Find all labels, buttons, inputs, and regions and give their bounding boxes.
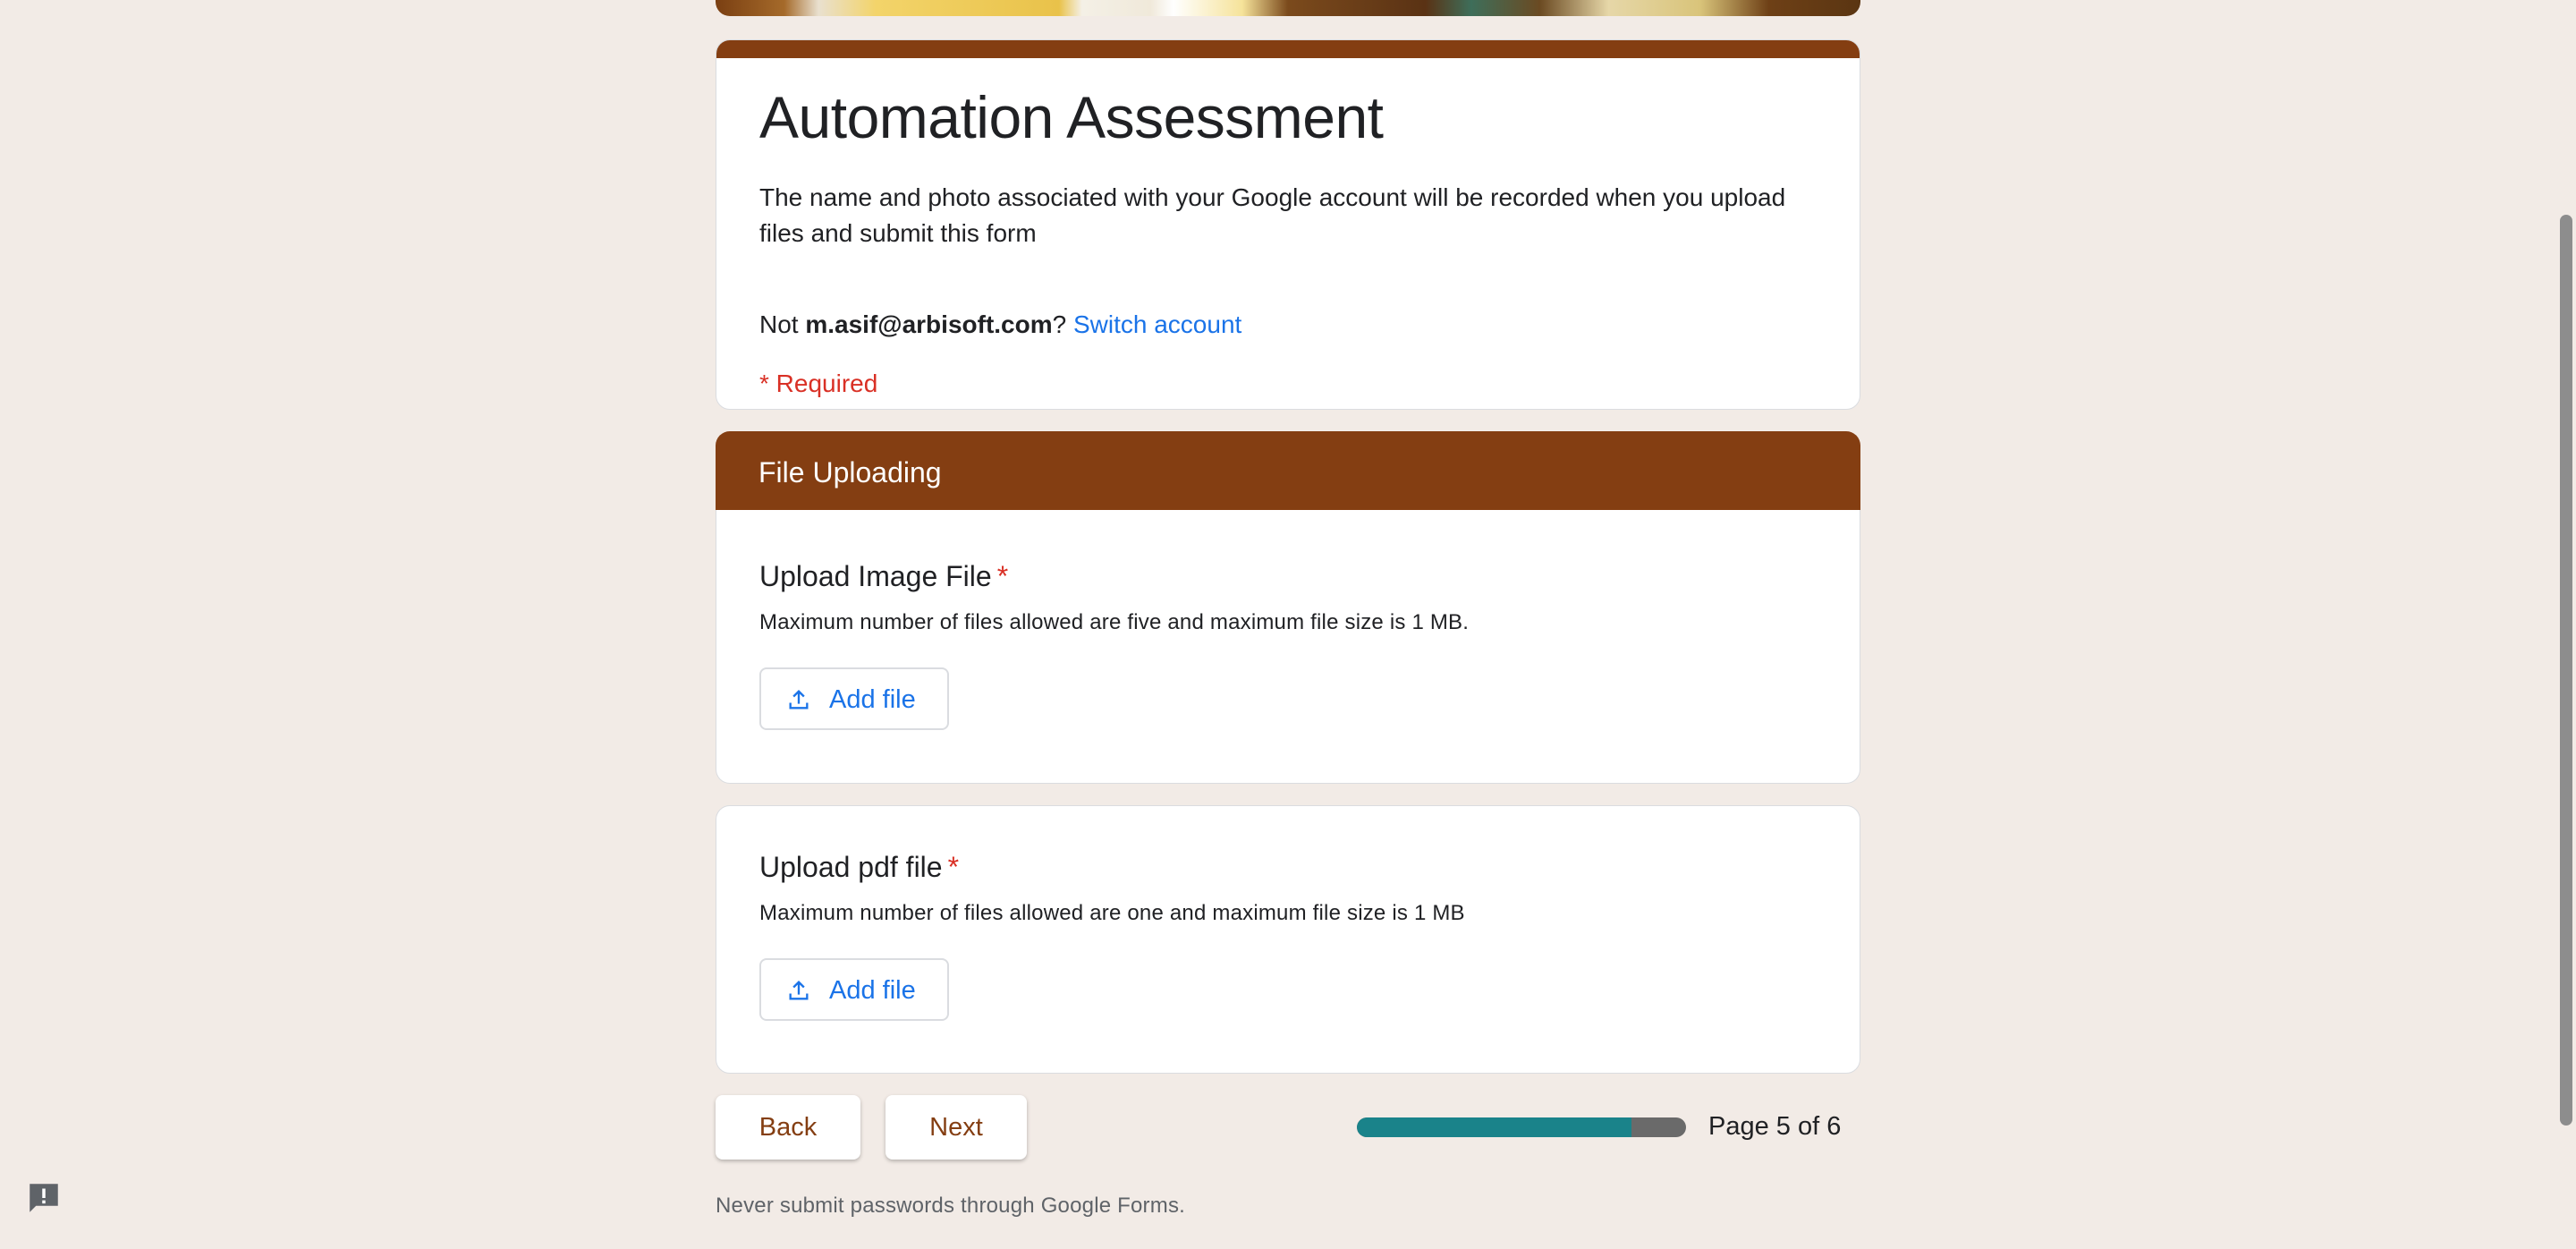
account-line: Not m.asif@arbisoft.com? Switch account [759, 310, 1241, 339]
question-title: Upload Image File * [759, 560, 1008, 593]
required-note: * Required [759, 370, 878, 397]
add-file-label: Add file [829, 976, 916, 1005]
question-card-image: Upload Image File * Maximum number of fil… [716, 510, 1860, 784]
question-title: Upload pdf file * [759, 851, 959, 884]
footer-note: Never submit passwords through Google Fo… [716, 1194, 1186, 1218]
form-description: The name and photo associated with your … [759, 183, 1786, 247]
form-header-card: Automation Assessment The name and photo… [716, 39, 1860, 410]
form-title: Automation Assessment [759, 84, 1384, 150]
required-star: * [996, 560, 1009, 592]
question-help-text: Maximum number of files allowed are five… [759, 610, 1470, 634]
account-suffix: ? [1052, 310, 1067, 338]
progress-bar [1357, 1117, 1686, 1137]
upload-icon [789, 690, 809, 709]
switch-account-link[interactable]: Switch account [1073, 310, 1241, 338]
question-help-text: Maximum number of files allowed are one … [759, 901, 1465, 925]
add-file-label: Add file [829, 685, 916, 714]
required-star: * [947, 851, 960, 883]
header-accent-bar [716, 40, 1860, 58]
scrollbar-thumb[interactable] [2560, 215, 2572, 1126]
progress-bar-fill [1357, 1117, 1631, 1137]
account-prefix: Not [759, 310, 806, 338]
form-page: Automation Assessment The name and photo… [0, 0, 2576, 1249]
add-file-button[interactable]: Add file [759, 958, 949, 1021]
next-button-label: Next [929, 1113, 983, 1142]
back-button-label: Back [758, 1113, 818, 1142]
section-header: File Uploading [716, 431, 1860, 517]
question-title-text: Upload pdf file [759, 851, 943, 883]
account-email: m.asif@arbisoft.com [805, 310, 1053, 338]
question-title-text: Upload Image File [759, 560, 992, 592]
back-button[interactable]: Back [716, 1095, 860, 1160]
header-banner-image [716, 0, 1860, 16]
page-indicator: Page 5 of 6 [1708, 1112, 1842, 1141]
next-button[interactable]: Next [886, 1095, 1027, 1160]
upload-icon [789, 981, 809, 1000]
question-card-pdf: Upload pdf file * Maximum number of files… [716, 805, 1860, 1074]
add-file-button[interactable]: Add file [759, 667, 949, 730]
section-title: File Uploading [758, 456, 942, 489]
report-icon[interactable] [25, 1179, 63, 1217]
